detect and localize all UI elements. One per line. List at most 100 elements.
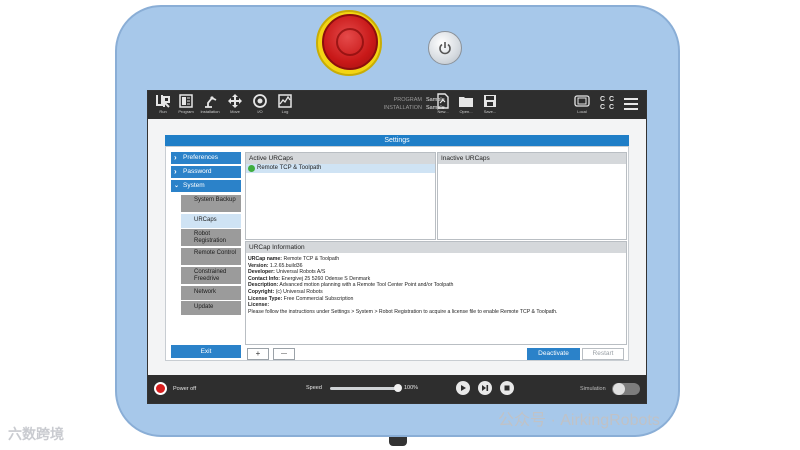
speed-label: Speed — [306, 385, 322, 391]
restart-button[interactable]: Restart — [582, 348, 624, 360]
tab-installation[interactable]: Installation — [198, 93, 222, 114]
watermark-right: 公众号 · AirkingRobots — [498, 406, 660, 430]
chevron-right-icon: › — [174, 153, 177, 162]
sub-item-network[interactable]: Network — [181, 286, 241, 300]
nav-preferences[interactable]: › Preferences — [171, 152, 241, 164]
sub-item-urcaps[interactable]: URCaps — [181, 214, 241, 228]
tab-io[interactable]: I/O — [248, 93, 272, 114]
top-bar: Run Program Installation Move I/O Log PR… — [148, 91, 646, 119]
remove-urcap-button[interactable]: — — [273, 348, 295, 360]
tab-installation-label: Installation — [200, 109, 220, 114]
cc-line-1: C C — [600, 96, 616, 103]
stop-button[interactable] — [500, 381, 514, 395]
play-icon — [461, 385, 466, 391]
sub-item-label: System Backup — [194, 197, 236, 203]
info-label: Description: — [248, 282, 279, 289]
tab-move[interactable]: Move — [223, 93, 247, 114]
pendant-mode-icon — [574, 95, 590, 107]
log-chart-icon — [278, 94, 292, 108]
info-value: Remote TCP & Toolpath — [283, 256, 340, 262]
tab-run[interactable]: Run — [151, 93, 175, 114]
info-label: Contact Info: — [248, 275, 280, 282]
info-label: URCap name: — [248, 256, 283, 262]
add-urcap-button[interactable]: + — [247, 348, 269, 360]
info-value: (c) Universal Robots — [275, 288, 323, 295]
tab-log[interactable]: Log — [273, 93, 297, 114]
urcap-list-item[interactable]: Remote TCP & Toolpath — [246, 164, 435, 173]
open-file-label: Open... — [459, 109, 473, 114]
deactivate-button[interactable]: Deactivate — [527, 348, 580, 360]
nav-system[interactable]: ⌄ System — [171, 180, 241, 192]
inactive-urcaps-box: Inactive URCaps — [437, 152, 627, 240]
simulation-toggle-knob[interactable] — [613, 383, 625, 395]
move-arrows-icon — [228, 94, 242, 108]
info-label: License: — [248, 302, 270, 309]
check-circle-icon — [248, 165, 255, 172]
ur-logo-icon — [156, 95, 170, 108]
exit-button[interactable]: Exit — [171, 345, 241, 358]
simulation-label: Simulation — [580, 386, 606, 392]
step-button[interactable] — [478, 381, 492, 395]
io-icon — [253, 94, 267, 108]
pendant-power-button[interactable] — [428, 31, 462, 65]
nav-system-label: System — [183, 182, 205, 189]
info-label: License Type: — [248, 295, 283, 302]
sub-item-constrained-freedrive[interactable]: Constrained Freedrive — [181, 267, 241, 284]
watermark-left: 六数跨境 — [8, 424, 64, 444]
program-info-labels: PROGRAM INSTALLATION — [358, 96, 422, 112]
program-icon — [179, 94, 193, 108]
sub-item-robot-registration[interactable]: Robot Registration — [181, 229, 241, 246]
power-status-icon[interactable] — [154, 382, 167, 395]
sub-item-remote-control[interactable]: Remote Control — [181, 248, 241, 265]
stop-icon — [504, 385, 510, 391]
open-file-button[interactable]: Open... — [454, 93, 478, 114]
watermark-right-text: 公众号 · AirkingRobots — [498, 412, 660, 429]
new-file-button[interactable]: New... — [431, 93, 455, 114]
power-off-label[interactable]: Power off — [173, 385, 196, 393]
license-text: Please follow the instructions under Set… — [248, 308, 558, 315]
program-label: PROGRAM — [393, 97, 422, 103]
info-label: Version: — [248, 262, 269, 269]
local-mode-button[interactable]: Local — [571, 93, 593, 114]
watermark-left-text: 六数跨境 — [8, 426, 64, 442]
sub-item-label: Network — [194, 289, 217, 295]
active-urcaps-box: Active URCaps Remote TCP & Toolpath — [245, 152, 436, 240]
emergency-stop-button[interactable] — [322, 14, 378, 70]
settings-panel: › Preferences › Password ⌄ System System… — [165, 146, 629, 361]
installation-label: INSTALLATION — [383, 105, 422, 111]
pendant-cable — [389, 437, 407, 446]
content-area: Settings › Preferences › Password ⌄ Syst… — [148, 119, 646, 375]
info-value: 1.2.65.build36 — [269, 262, 303, 269]
sub-item-update[interactable]: Update — [181, 301, 241, 315]
sub-item-label: Remote Control — [194, 250, 237, 256]
speed-slider-track[interactable] — [330, 387, 398, 390]
play-button[interactable] — [456, 381, 470, 395]
info-value: Advanced motion planning with a Remote T… — [279, 282, 454, 289]
settings-title: Settings — [165, 135, 629, 146]
save-file-button[interactable]: Save... — [478, 93, 502, 114]
active-urcaps-title: Active URCaps — [246, 153, 435, 164]
speed-value: 100% — [404, 385, 419, 391]
tab-program[interactable]: Program — [174, 93, 198, 114]
info-label: Copyright: — [248, 288, 275, 295]
sub-item-system-backup[interactable]: System Backup — [181, 195, 241, 212]
tab-program-label: Program — [178, 109, 194, 114]
tab-run-label: Run — [159, 109, 167, 114]
urcap-name: Remote TCP & Toolpath — [257, 165, 322, 171]
info-value: Universal Robots A/S — [276, 269, 326, 276]
chevron-right-icon: › — [174, 167, 177, 176]
hamburger-menu-icon[interactable] — [624, 98, 638, 110]
info-label: Developer: — [248, 269, 275, 276]
urcap-info-box: URCap Information URCap name: Remote TCP… — [245, 241, 627, 345]
info-value: Energivej 25 5260 Odense S Denmark — [281, 275, 371, 282]
tab-io-label: I/O — [257, 109, 263, 114]
chevron-down-icon: ⌄ — [174, 183, 180, 189]
nav-preferences-label: Preferences — [183, 154, 219, 161]
cc-line-2: C C — [600, 104, 616, 111]
urcap-info-text: URCap name: Remote TCP & Toolpath Versio… — [246, 253, 626, 315]
sub-item-label: Constrained Freedrive — [194, 269, 227, 282]
sub-item-label: Robot Registration — [194, 231, 227, 244]
speed-slider-handle[interactable] — [394, 384, 402, 392]
nav-password[interactable]: › Password — [171, 166, 241, 178]
local-label: Local — [577, 109, 587, 114]
